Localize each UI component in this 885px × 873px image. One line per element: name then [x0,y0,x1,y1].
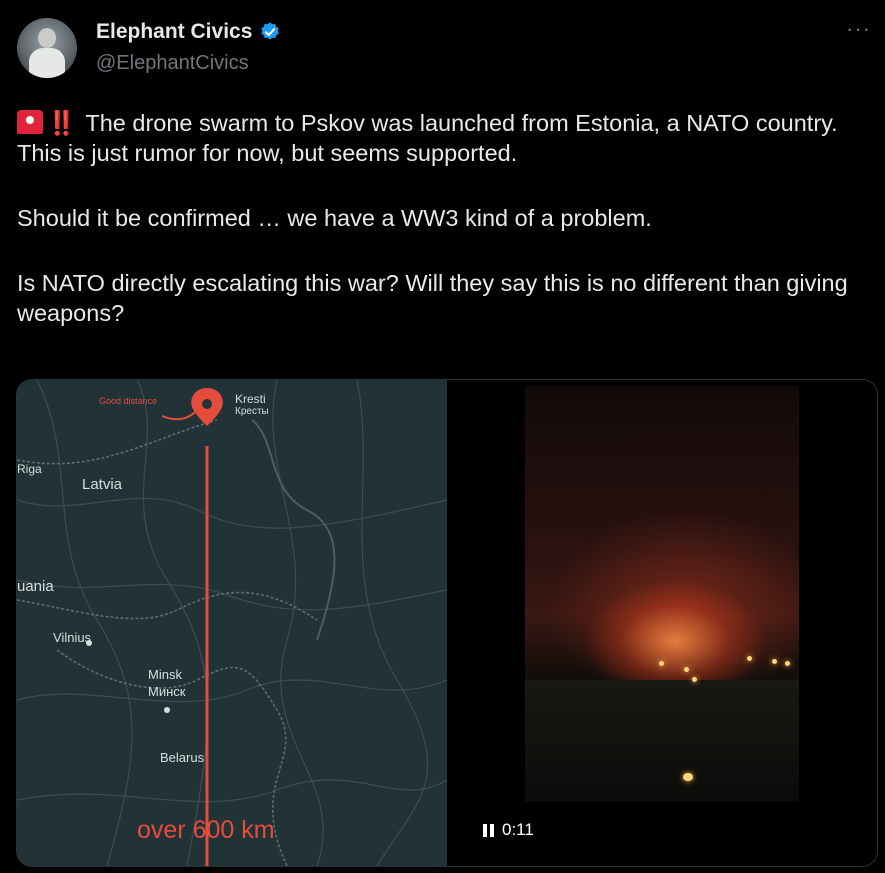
tweet-paragraph-3: Is NATO directly escalating this war? Wi… [17,270,848,326]
tweet-text: ‼️ The drone swarm to Pskov was launched… [17,108,862,363]
avatar-body [29,48,65,78]
tweet-paragraph-2: Should it be confirmed … we have a WW3 k… [17,205,652,231]
map-label-lithuania: uania [17,578,54,595]
avatar-head [38,28,56,48]
pause-icon[interactable] [483,823,494,837]
video-light [772,659,777,664]
map-label-kresti: Kresti [235,392,266,406]
avatar[interactable] [17,18,77,78]
alert-icon: ‼️ [47,110,77,136]
more-options-icon[interactable]: ··· [846,16,871,42]
media-container[interactable]: Good distance Kresti Кресты Riga Latvia … [16,379,878,867]
map-pin-icon [191,388,223,426]
map-label-riga: Riga [17,462,42,476]
map-label-kresti-cyrillic: Кресты [235,406,269,417]
map-distance-label: over 600 km [137,816,275,844]
map-label-vilnius: Vilnius [53,630,92,645]
map-label-latvia: Latvia [82,476,123,493]
author-name-row: Elephant Civics [96,20,281,44]
video-light [747,656,752,661]
map-label-good-distance: Good distance [99,396,158,406]
map-label-minsk-cyrillic: Минск [148,684,186,699]
verified-badge-icon [261,22,280,40]
video-timestamp: 0:11 [502,820,534,839]
video-controls: 0:11 [483,820,534,840]
tweet-paragraph-1-text: The drone swarm to Pskov was launched fr… [17,110,838,166]
video-light [659,661,664,666]
display-name[interactable]: Elephant Civics [96,20,252,44]
map-image[interactable]: Good distance Kresti Кресты Riga Latvia … [17,380,447,866]
map-graphic [17,380,447,866]
video-light [684,667,689,672]
map-label-minsk: Minsk [148,667,182,682]
tweet-paragraph-1: ‼️ The drone swarm to Pskov was launched… [17,108,862,168]
video-light [683,773,693,781]
video-foreground [525,680,799,800]
map-label-belarus: Belarus [160,750,205,765]
video-player[interactable]: 0:11 [447,380,877,866]
video-light [692,677,697,682]
author-handle[interactable]: @ElephantCivics [96,52,249,75]
siren-icon [17,110,43,134]
video-light [785,661,790,666]
